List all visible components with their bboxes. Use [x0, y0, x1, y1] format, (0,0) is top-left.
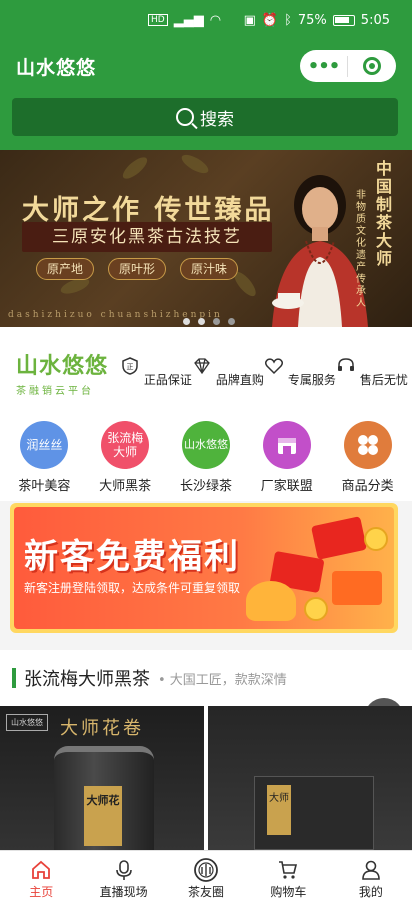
banner-tag: 原产地	[36, 258, 94, 280]
tab-tea-circle[interactable]: 茶友圈	[165, 851, 247, 907]
svg-text:正: 正	[127, 363, 134, 371]
category-tea-beauty[interactable]: 润丝丝 茶叶美容	[6, 417, 82, 501]
search-label: 搜索	[200, 109, 234, 130]
brand-logo: 山水悠悠 茶融销云平台	[0, 348, 120, 397]
category-icon: 张流梅大师	[101, 421, 150, 469]
brand-name: 山水悠悠	[16, 353, 109, 379]
product-title: 大师花卷	[60, 718, 144, 739]
banner-vertical-subtitle: 非物质文化遗产传承人	[356, 190, 366, 309]
tab-home[interactable]: 主页	[0, 851, 82, 907]
miniprogram-capsule: •••	[300, 50, 396, 82]
feature-label: 专属服务	[287, 373, 336, 387]
close-miniprogram-button[interactable]	[348, 57, 396, 75]
tea-circle-icon	[194, 858, 218, 882]
target-icon	[363, 57, 381, 75]
tab-label: 茶友圈	[188, 885, 225, 899]
search-bar[interactable]: 搜索	[12, 98, 398, 136]
category-all-products[interactable]: 商品分类	[330, 417, 406, 501]
product-grid: 山水悠悠 大师花卷 大师花 大师	[0, 706, 412, 850]
cart-icon	[279, 861, 298, 879]
headset-icon	[338, 358, 355, 371]
category-changsha-green-tea[interactable]: 山水悠悠 长沙绿茶	[168, 417, 244, 501]
product-card[interactable]: 大师	[208, 706, 412, 850]
person-icon	[362, 860, 380, 880]
tab-live[interactable]: 直播现场	[82, 851, 164, 907]
tea-can-image: 大师花	[54, 746, 154, 850]
section-description: • 大国工匠，款款深情	[158, 672, 287, 688]
product-label: 大师花	[84, 786, 122, 846]
hd-icon: HD	[148, 14, 168, 26]
brand-subtitle: 茶融销云平台	[16, 385, 94, 397]
app-header: HD ▂▄▆ ◠ ▣ ⏰ ᛒ 75% 5:05 山水悠悠 ••• 搜索	[0, 0, 412, 150]
new-user-promo-banner[interactable]: 新客免费福利 新客注册登陆领取，达成条件可重复领取	[10, 503, 398, 633]
search-icon	[176, 108, 194, 126]
signal-icons: HD ▂▄▆ ◠	[148, 13, 221, 28]
product-card[interactable]: 山水悠悠 大师花卷 大师花	[0, 706, 204, 850]
tea-box-image: 大师	[254, 776, 374, 850]
wifi-icon: ◠	[209, 12, 222, 28]
shield-icon: 正	[122, 357, 138, 375]
feature-direct: 品牌直购	[192, 356, 264, 388]
tab-label: 购物车	[270, 885, 307, 899]
gift-box-icon	[332, 571, 382, 605]
status-bar: HD ▂▄▆ ◠ ▣ ⏰ ᛒ 75% 5:05	[0, 0, 412, 40]
category-label: 商品分类	[341, 479, 394, 494]
carousel-indicator	[183, 318, 235, 325]
category-factory-alliance[interactable]: 厂家联盟	[249, 417, 325, 501]
red-envelope-icon	[311, 516, 367, 560]
feature-strip: 山水悠悠 茶融销云平台 正 正品保证 品牌直购 专属服务 售后无忧	[0, 327, 412, 417]
money-bag-icon	[246, 581, 296, 621]
category-master-dark-tea[interactable]: 张流梅大师 大师黑茶	[87, 417, 163, 501]
microphone-icon	[115, 860, 132, 880]
nfc-icon: ▣	[243, 12, 256, 28]
product-label: 大师	[267, 785, 291, 835]
clock: 5:05	[360, 12, 390, 28]
app-title: 山水悠悠	[16, 56, 97, 79]
category-label: 茶叶美容	[18, 479, 71, 494]
tab-cart[interactable]: 购物车	[247, 851, 329, 907]
category-icon: 润丝丝	[20, 421, 69, 469]
category-icon: 山水悠悠	[181, 421, 230, 469]
alarm-icon: ⏰	[261, 12, 279, 28]
category-row: 润丝丝 茶叶美容 张流梅大师 大师黑茶 山水悠悠 长沙绿茶 厂家联盟 商品分类	[0, 417, 412, 501]
bottom-tab-bar: 主页 直播现场 茶友圈 购物车 我的	[0, 850, 412, 907]
more-menu-button[interactable]: •••	[300, 55, 348, 77]
cell-signal-icon: ▂▄▆	[173, 12, 204, 28]
banner-tag: 原叶形	[108, 258, 166, 280]
battery-icon	[332, 14, 355, 26]
section-accent-bar	[12, 668, 16, 688]
category-label: 大师黑茶	[99, 479, 152, 494]
grid-icon	[343, 421, 392, 469]
feature-service: 专属服务	[264, 356, 336, 388]
feature-aftersale: 售后无忧	[336, 356, 408, 388]
tab-label: 主页	[29, 885, 54, 899]
category-label: 厂家联盟	[260, 479, 313, 494]
store-icon	[262, 421, 311, 469]
bluetooth-icon: ᛒ	[284, 12, 292, 28]
category-label: 长沙绿茶	[179, 479, 232, 494]
feature-label: 品牌直购	[215, 373, 264, 387]
section-title: 张流梅大师黑茶	[24, 669, 150, 690]
promo-title: 新客免费福利	[24, 537, 240, 577]
tab-label: 我的	[358, 885, 383, 899]
coin-icon	[304, 597, 328, 621]
coin-icon	[364, 527, 388, 551]
feature-genuine: 正 正品保证	[120, 356, 192, 388]
feature-label: 售后无忧	[359, 373, 408, 387]
banner-subline: 三原安化黑茶古法技艺	[22, 222, 272, 252]
banner-vertical-title: 中国制茶大师	[376, 159, 393, 268]
promo-subtitle: 新客注册登陆领取，达成条件可重复领取	[24, 581, 241, 595]
banner-tag: 原汁味	[180, 258, 238, 280]
product-logo: 山水悠悠	[6, 714, 48, 731]
tab-label: 直播现场	[99, 885, 148, 899]
tab-me[interactable]: 我的	[330, 851, 412, 907]
hero-banner[interactable]: 大师之作 传世臻品 三原安化黑茶古法技艺 原产地 原叶形 原汁味 dashizh…	[0, 150, 412, 327]
feature-label: 正品保证	[143, 373, 192, 387]
home-icon	[32, 860, 51, 879]
diamond-icon	[194, 358, 210, 375]
battery-percent: 75%	[297, 12, 327, 28]
heart-icon	[265, 358, 284, 375]
section-header: 张流梅大师黑茶 • 大国工匠，款款深情	[0, 650, 412, 738]
